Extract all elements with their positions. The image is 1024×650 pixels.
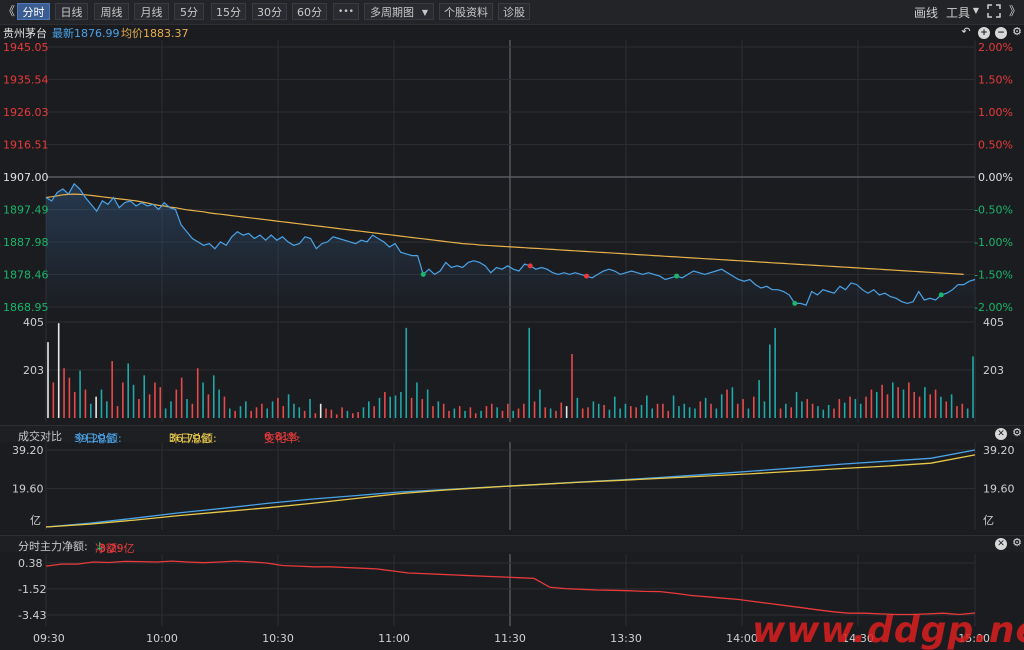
trade-marker [584,273,590,279]
price-tick-label: 1907.00 [3,171,49,184]
watermark: www.ddgp.net [752,610,1024,650]
trade-marker [420,271,426,277]
percent-tick-label: 0.50% [978,139,1013,152]
volume-tick-label: 405 [23,316,44,329]
more-button[interactable]: ••• [333,3,359,20]
trade-marker [674,273,680,279]
turnover-settings-icon[interactable]: ⚙ [1011,427,1023,439]
tab-daily[interactable]: 日线 [55,3,88,20]
flow-settings-icon[interactable]: ⚙ [1011,537,1023,549]
undo-icon[interactable]: ↶ [960,26,972,38]
zoom-out-icon[interactable]: − [995,27,1007,39]
stock-name: 贵州茅台 [3,27,47,40]
change-rate-value: 6.81% [264,430,299,443]
tab-15min[interactable]: 15分 [211,3,246,20]
time-tick-label: 13:30 [610,632,642,645]
tab-60min[interactable]: 60分 [292,3,327,20]
time-tick-label: 10:00 [146,632,178,645]
diagnose-button[interactable]: 诊股 [498,3,530,20]
time-tick-label: 11:30 [494,632,526,645]
nav-right-icon[interactable]: 》 [1008,2,1022,20]
nav-left-icon[interactable]: 《 [2,2,16,20]
draw-line-button[interactable]: 画线 [914,4,938,21]
turnover-unit-label: 亿 [30,514,41,527]
price-tick-label: 1945.05 [3,41,49,54]
price-tick-label: 1887.98 [3,236,49,249]
turnover-tick-label: 39.20 [983,444,1015,457]
flow-tick-label: -3.43 [18,609,46,622]
tab-intraday[interactable]: 分时 [17,3,50,20]
latest-value: 1876.99 [74,27,120,40]
time-tick-label: 11:00 [378,632,410,645]
today-total-value: 39.20亿 [74,432,117,445]
avg-price-line [45,193,964,275]
multi-period-dropdown[interactable]: 多周期图 ▼ [364,3,434,20]
flow-tick-label: 0.38 [18,557,43,570]
turnover-tick-label: 39.20 [12,444,44,457]
trade-marker [527,263,533,269]
tools-caret-icon[interactable]: ▼ [971,2,981,20]
flow-panel-header: 分时主力净额: 净额: -3.29亿 ↓ ✕ ⚙ [0,535,1024,555]
tab-30min[interactable]: 30分 [252,3,287,20]
profile-button[interactable]: 个股资料 [439,3,493,20]
percent-tick-label: 1.50% [978,73,1013,86]
price-tick-label: 1878.46 [3,269,49,282]
volume-tick-label: 203 [23,364,44,377]
percent-tick-label: -2.00% [974,301,1013,314]
price-tick-label: 1916.51 [3,139,49,152]
volume-tick-label: 405 [983,316,1004,329]
flow-line [45,560,976,616]
avg-price: 均价1883.37 [121,25,189,41]
volume-tick-label: 203 [983,364,1004,377]
trade-marker [792,300,798,306]
avg-value: 1883.37 [143,27,189,40]
price-tick-label: 1897.49 [3,203,49,216]
down-arrow-icon: ↓ [95,540,105,553]
multi-period-label: 多周期图 [370,6,414,19]
turnover-unit-label: 亿 [983,514,994,527]
flow-tick-label: -1.52 [18,583,46,596]
flow-title: 分时主力净额: [18,540,88,553]
tools-button[interactable]: 工具 [946,4,970,21]
tab-5min[interactable]: 5分 [174,3,204,20]
percent-tick-label: 1.00% [978,106,1013,119]
percent-tick-label: 0.00% [978,171,1013,184]
price-tick-label: 1935.54 [3,73,49,86]
percent-tick-label: -0.50% [974,203,1013,216]
turnover-title: 成交对比 [18,430,62,443]
settings-icon[interactable]: ⚙ [1011,26,1023,38]
zoom-in-icon[interactable]: + [978,27,990,39]
avg-label: 均价 [121,27,143,40]
price-tick-label: 1868.95 [3,301,49,314]
close-flow-icon[interactable]: ✕ [995,538,1007,550]
time-tick-label: 09:30 [33,632,65,645]
turnover-panel-header: 成交对比 今日总额: 39.20亿 昨日总额: 36.70亿 变化率: 6.81… [0,425,1024,445]
price-line [45,182,976,306]
percent-tick-label: -1.50% [974,269,1013,282]
trade-marker [938,292,944,298]
yesterday-turnover-line [45,454,976,528]
latest-label: 最新 [52,27,74,40]
time-tick-label: 10:30 [262,632,294,645]
price-tick-label: 1926.03 [3,106,49,119]
close-turnover-icon[interactable]: ✕ [995,428,1007,440]
today-turnover-line [45,449,976,528]
caret-down-icon: ▼ [421,8,428,17]
latest-price: 最新1876.99 [52,25,120,41]
tab-monthly[interactable]: 月线 [134,3,169,20]
tab-weekly[interactable]: 周线 [94,3,129,20]
turnover-tick-label: 19.60 [12,483,44,496]
fullscreen-icon[interactable] [986,2,1002,20]
price-area-fill [46,183,975,307]
percent-tick-label: 2.00% [978,41,1013,54]
percent-tick-label: -1.00% [974,236,1013,249]
toolbar: 《 分时 日线 周线 月线 5分 15分 30分 60分 ••• 多周期图 ▼ 个… [0,0,1024,25]
intraday-chart[interactable]: 1945.05 2.00% 1935.54 1.50% 1926.03 1.00% 1916… [0,0,1024,650]
turnover-tick-label: 19.60 [983,483,1015,496]
yesterday-total-value: 36.70亿 [169,432,212,445]
